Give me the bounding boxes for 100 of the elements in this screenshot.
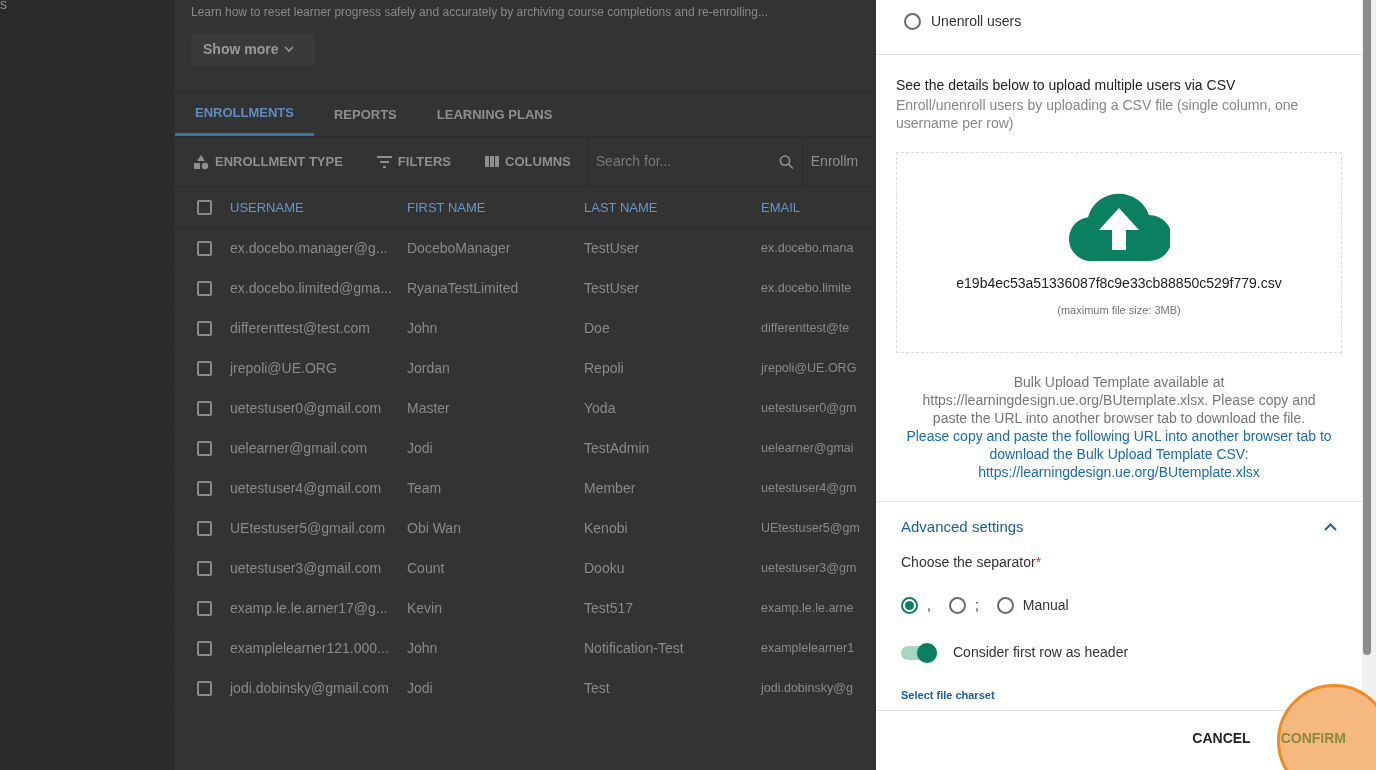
table-cell-text: UEtestuser5@gmail.com (230, 519, 387, 538)
filter-icon (376, 155, 392, 168)
row-checkbox[interactable] (197, 681, 212, 696)
table-cell-text: ex.docebo.limited@gma... (230, 279, 394, 298)
row-checkbox[interactable] (197, 401, 212, 416)
table-cell-text: Doe (584, 319, 611, 338)
radio-button[interactable] (901, 597, 918, 614)
table-cell-text: uelearner@gmai (761, 440, 854, 458)
row-checkbox[interactable] (197, 281, 212, 296)
table-cell-text: TestUser (584, 279, 641, 298)
template-note: Bulk Upload Template available at https://learningdesign.ue.org/BUtemplate.xlsx. Please copy and paste the URL into another browser tab to download the file. (921, 373, 1317, 427)
row-checkbox[interactable] (197, 521, 212, 536)
table-cell-text: Repoli (584, 359, 625, 378)
table-cell-text: RyanaTestLimited (407, 279, 520, 298)
filters-button[interactable]: FILTERS (376, 151, 452, 172)
table-cell-text: Kevin (407, 599, 444, 618)
radio-label: Unenroll users (931, 12, 1022, 31)
row-checkbox[interactable] (197, 561, 212, 576)
table-cell-text: uetestuser4@gmail.com (230, 479, 383, 498)
table-cell-text: differenttest@test.com (230, 319, 371, 338)
chevron-up-icon[interactable] (1324, 523, 1337, 531)
table-cell-text: ex.docebo.mana (761, 240, 854, 258)
table-cell-text: Obi Wan (407, 519, 462, 538)
table-cell-text: TestAdmin (584, 439, 651, 458)
template-link[interactable]: Please copy and paste the following URL into another browser tab to download the Bulk Upload Template CSV: https://learningdesign.ue.org/BUtemplate.xlsx (896, 427, 1342, 481)
radio-label: Manual (1022, 596, 1069, 615)
file-size-note: (maximum file size: 3MB) (1057, 303, 1181, 318)
column-header[interactable]: LAST NAME (584, 197, 761, 218)
table-cell-text: Jodi (407, 439, 434, 458)
cancel-button[interactable]: CANCEL (1192, 727, 1251, 749)
radio-label: ; (974, 596, 979, 615)
table-cell-text: examp.le.le.arne (761, 600, 854, 618)
table-cell-text: uetestuser0@gm (761, 400, 857, 418)
separator-label: Choose the separator* (901, 553, 1043, 572)
tab[interactable]: REPORTS (313, 93, 417, 136)
table-cell-text: Jodi (407, 679, 434, 698)
radio-button[interactable] (904, 13, 921, 30)
table-cell-text: uetestuser0@gmail.com (230, 399, 383, 418)
column-header[interactable]: FIRST NAME (407, 197, 584, 218)
table-cell-text: ex.docebo.limite (761, 280, 852, 298)
row-checkbox[interactable] (197, 361, 212, 376)
row-checkbox[interactable] (197, 441, 212, 456)
upload-dropzone[interactable]: e19b4ec53a51336087f8c9e33cb88850c529f779.csv (maximum file size: 3MB) (896, 152, 1342, 353)
scrollbar-thumb[interactable] (1363, 0, 1371, 655)
shapes-icon (193, 153, 209, 170)
table-cell-text: Test (584, 679, 611, 698)
cloud-upload-icon (1068, 193, 1170, 261)
sidebar-text: s (0, 0, 8, 14)
row-checkbox[interactable] (197, 481, 212, 496)
table-cell-text: uetestuser4@gm (761, 480, 857, 498)
file-name: e19b4ec53a51336087f8c9e33cb88850c529f779.csv (956, 274, 1282, 293)
table-cell-text: Kenobi (584, 519, 629, 538)
table-cell-text: Dooku (584, 559, 626, 578)
table-cell-text: UEtestuser5@gm (761, 520, 860, 538)
table-cell-text: uetestuser3@gm (761, 560, 857, 578)
table-cell-text: jodi.dobinsky@g (761, 680, 853, 698)
columns-icon (485, 156, 500, 167)
chevron-down-icon (284, 46, 295, 53)
advanced-settings-header[interactable]: Advanced settings (901, 515, 1024, 539)
table-cell-text: uetestuser3@gmail.com (230, 559, 383, 578)
table-cell-text: DoceboManager (407, 239, 512, 258)
columns-button[interactable]: COLUMNS (485, 151, 571, 172)
table-cell-text: jrepoli@UE.ORG (761, 360, 857, 378)
charset-link[interactable]: Select file charset (901, 687, 995, 704)
table-cell-text: John (407, 639, 439, 658)
column-header[interactable]: USERNAME (230, 197, 407, 218)
column-header[interactable]: EMAIL (761, 197, 876, 218)
table-cell-text: Member (584, 479, 637, 498)
table-cell-text: ex.docebo.manager@g... (230, 239, 389, 258)
table-cell-text: Master (407, 399, 451, 418)
table-cell-text: examp.le.le.arner17@g... (230, 599, 389, 618)
enrollment-type-button[interactable]: ENROLLMENT TYPE (193, 151, 343, 172)
table-cell-text: jrepoli@UE.ORG (230, 359, 338, 378)
enrollment-dropdown[interactable]: Enrollm (810, 151, 859, 172)
tab[interactable]: LEARNING PLANS (416, 93, 573, 136)
table-cell-text: examplelearner1 (761, 640, 855, 658)
search-field[interactable]: Search for... (595, 151, 779, 172)
table-cell-text: Team (407, 479, 443, 498)
header-toggle[interactable] (901, 645, 937, 660)
table-cell-text: Test517 (584, 599, 635, 618)
row-checkbox[interactable] (197, 641, 212, 656)
radio-label: , (927, 596, 931, 615)
table-cell-text: uelearner@gmail.com (230, 439, 369, 458)
radio-button[interactable] (996, 597, 1014, 614)
table-cell-text: Yoda (584, 399, 617, 418)
row-checkbox[interactable] (197, 321, 212, 336)
table-cell-text: Notification-Test (584, 639, 685, 658)
radio-button[interactable] (948, 597, 966, 614)
select-all-checkbox[interactable] (197, 200, 212, 215)
row-checkbox[interactable] (197, 601, 212, 616)
table-cell-text: jodi.dobinsky@gmail.com (230, 679, 390, 698)
row-checkbox[interactable] (197, 241, 212, 256)
confirm-button[interactable]: CONFIRM (1280, 727, 1346, 749)
show-more-button[interactable]: Show more (191, 33, 315, 66)
tab[interactable]: ENROLLMENTS (175, 93, 314, 136)
search-icon[interactable] (778, 153, 794, 170)
course-description: Learn how to reset learner progress safely and accurately by archiving course completions and re-enrolling... (191, 4, 769, 21)
table-cell-text: Jordan (407, 359, 451, 378)
table-cell-text: examplelearner121.000... (230, 639, 390, 658)
table-cell-text: John (407, 319, 439, 338)
